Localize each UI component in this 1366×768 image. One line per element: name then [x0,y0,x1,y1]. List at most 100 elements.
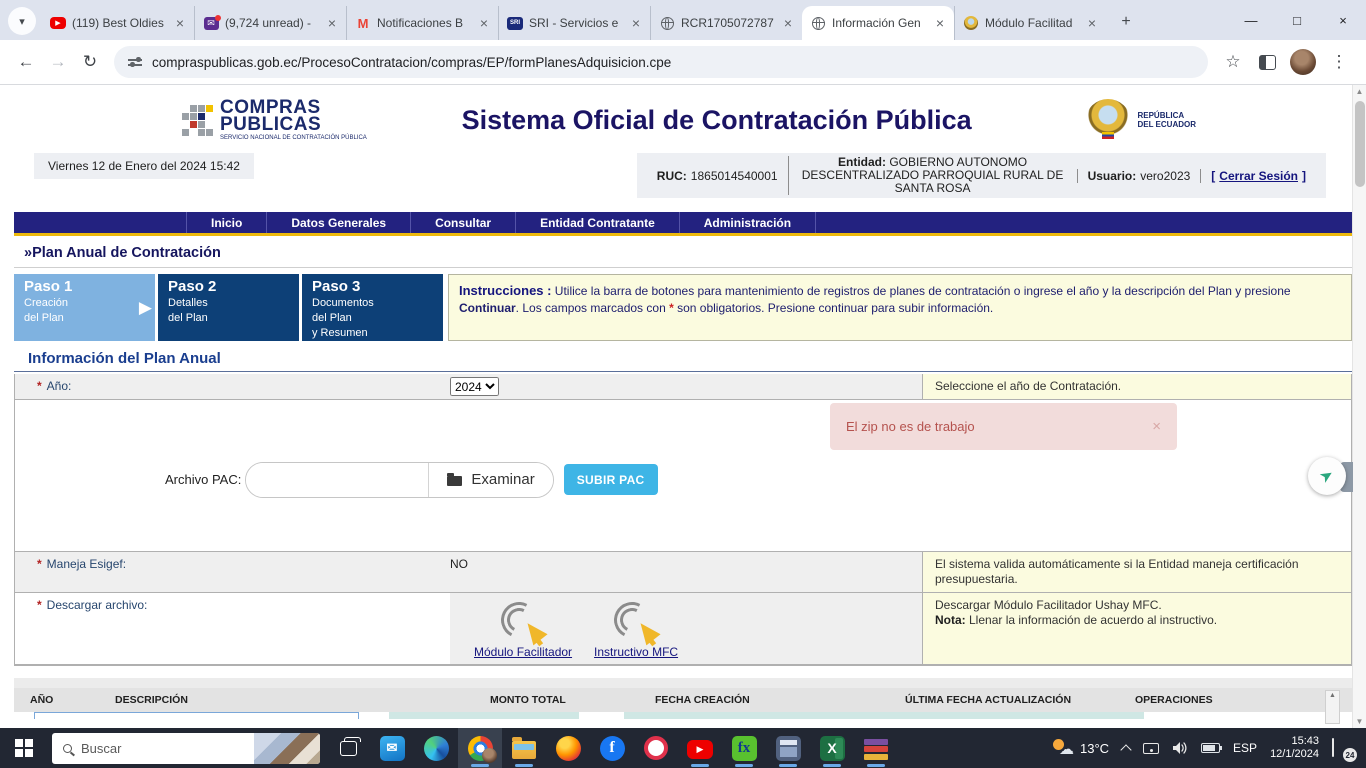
scrollbar-thumb[interactable] [1355,101,1365,187]
excel-app-button[interactable]: X [810,728,854,768]
nav-datos-generales[interactable]: Datos Generales [267,212,411,233]
modulo-facilitador-link[interactable]: Módulo Facilitador [474,645,572,659]
year-select[interactable]: 2024 [450,377,499,396]
volume-icon[interactable] [1172,741,1188,755]
side-panel-icon[interactable] [1250,46,1284,78]
new-tab-button[interactable]: + [1112,8,1140,36]
tab-close-icon[interactable]: × [782,15,794,31]
search-input[interactable] [81,741,221,756]
table-scrollbar[interactable]: ▲ [1325,690,1340,724]
site-settings-icon[interactable] [128,55,142,69]
edge-app-button[interactable] [414,728,458,768]
taskbar-search[interactable] [52,733,320,764]
bookmark-star-icon[interactable]: ☆ [1216,46,1250,78]
gmail-icon: M [355,15,371,31]
youtube-app-button[interactable]: ▶ [678,728,722,768]
tab-close-icon[interactable]: × [478,15,490,31]
tab-close-icon[interactable]: × [326,15,338,31]
forward-button[interactable]: → [42,46,74,78]
nav-consultar[interactable]: Consultar [411,212,516,233]
nav-entidad-contratante[interactable]: Entidad Contratante [516,212,680,233]
maximize-button[interactable]: □ [1274,0,1320,40]
profile-avatar[interactable] [1290,49,1316,75]
browse-button[interactable]: Examinar [428,463,552,497]
table-filter-input[interactable] [34,712,359,719]
nav-inicio[interactable]: Inicio [186,212,267,233]
tab-gmail[interactable]: M Notificaciones B × [346,6,498,40]
tab-close-icon[interactable]: × [174,15,186,31]
tab-title: Módulo Facilitad [985,16,1080,30]
esigef-label: Maneja Esigef: [47,557,126,571]
minimize-button[interactable]: — [1228,0,1274,40]
url-bar[interactable]: compraspublicas.gob.ec/ProcesoContrataci… [114,46,1208,78]
profile-avatar [482,748,497,763]
scroll-up-icon[interactable]: ▲ [1356,87,1364,96]
folder-icon [512,741,536,759]
notification-center-button[interactable]: 24 [1332,739,1352,757]
firefox-app-button[interactable] [546,728,590,768]
language-indicator[interactable]: ESP [1233,741,1257,755]
youtube-icon: ▶ [687,740,713,759]
entity-segment: Entidad: GOBIERNO AUTONOMO DESCENTRALIZA… [788,156,1077,195]
weather-widget[interactable]: ☁ 13°C [1052,739,1109,757]
main-navigation: Inicio Datos Generales Consultar Entidad… [14,212,1352,233]
file-explorer-button[interactable] [502,728,546,768]
facebook-app-button[interactable]: f [590,728,634,768]
show-hidden-icons-chevron[interactable] [1120,744,1131,755]
download-click-icon [612,600,660,644]
col-ultima-fecha: ÚLTIMA FECHA ACTUALIZACIÓN [905,694,1135,706]
winrar-app-button[interactable] [854,728,898,768]
table-toolbar-band [14,678,1352,688]
tab-sri[interactable]: SRI SRI - Servicios e × [498,6,650,40]
facturacion-app-button[interactable]: fx [722,728,766,768]
mail-app-button[interactable]: ✉ [370,728,414,768]
error-close-icon[interactable]: × [1152,418,1161,435]
ecuador-crest-icon [964,16,978,30]
calculator-app-button[interactable] [766,728,810,768]
datetime-label: Viernes 12 de Enero del 2024 15:42 [34,153,254,179]
tab-informacion-general-active[interactable]: Información Gen × [802,6,954,40]
tab-rcr[interactable]: RCR1705072787 × [650,6,802,40]
cast-icon[interactable] [1143,743,1159,754]
instructivo-mfc-link[interactable]: Instructivo MFC [594,645,678,659]
instructivo-mfc-download[interactable]: Instructivo MFC [594,600,678,659]
nav-administracion[interactable]: Administración [680,212,816,233]
start-button[interactable] [2,728,46,768]
section-title: Información del Plan Anual [14,350,1352,372]
reload-button[interactable]: ↻ [74,46,106,78]
task-view-button[interactable] [326,728,370,768]
windows-logo-icon [15,739,33,757]
tab-mail[interactable]: ✉ (9,724 unread) - × [194,6,346,40]
browser-menu-icon[interactable]: ⋮ [1322,46,1356,78]
tab-close-icon[interactable]: × [630,15,642,31]
pac-file-input[interactable] [246,463,428,497]
tab-search-button[interactable]: ▾ [8,7,36,35]
weather-icon: ☁ [1052,739,1074,757]
tab-close-icon[interactable]: × [1086,15,1098,31]
compras-publicas-logo: COMPRAS PUBLICAS SERVICIO NACIONAL DE CO… [182,99,367,141]
download-click-icon [499,600,547,644]
republic-crest: REPÚBLICA DEL ECUADOR [1086,99,1196,141]
wizard-steps: Paso 1 Creación del Plan ▶ Paso 2 Detall… [14,274,1352,341]
step-arrow-icon: ▶ [139,298,152,318]
tab-close-icon[interactable]: × [934,15,946,31]
tab-youtube[interactable]: ▶ (119) Best Oldies × [42,6,194,40]
folder-icon [447,476,462,486]
logout-link[interactable]: [ Cerrar Sesión ] [1200,169,1316,183]
url-text[interactable]: compraspublicas.gob.ec/ProcesoContrataci… [152,55,671,70]
scroll-down-icon[interactable]: ▼ [1356,717,1364,726]
opera-app-button[interactable] [634,728,678,768]
page-scrollbar[interactable]: ▲ ▼ [1352,85,1366,728]
year-row: *Año: 2024 Seleccione el año de Contrata… [15,374,1351,400]
modulo-facilitador-download[interactable]: Módulo Facilitador [474,600,572,659]
scroll-up-icon[interactable]: ▲ [1329,692,1336,699]
chrome-app-button[interactable] [458,728,502,768]
clock[interactable]: 15:43 12/1/2024 [1270,735,1319,761]
battery-icon[interactable] [1201,743,1220,753]
instructions-label: Instrucciones : [459,283,551,298]
close-button[interactable]: × [1320,0,1366,40]
floating-capture-widget[interactable]: ➤ [1305,457,1353,497]
back-button[interactable]: ← [10,46,42,78]
tab-modulo-facilitador[interactable]: Módulo Facilitad × [954,6,1106,40]
subir-pac-button[interactable]: SUBIR PAC [564,464,658,495]
